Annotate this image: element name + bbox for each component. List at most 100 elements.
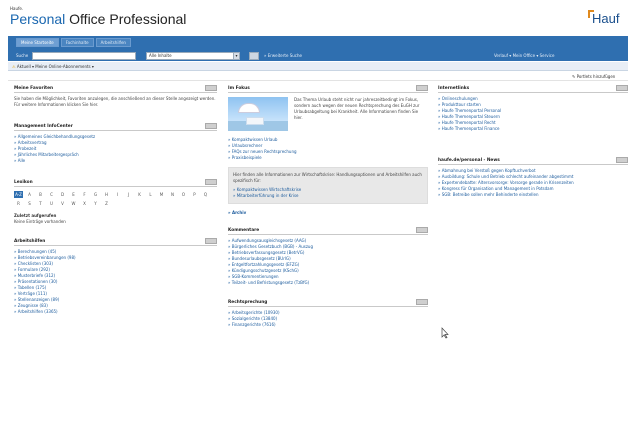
- letter-button[interactable]: J: [124, 191, 133, 198]
- search-scope-select[interactable]: Alle Inhalte: [146, 52, 236, 60]
- lexikon-header: Lexikon: [14, 178, 217, 187]
- kommentare-title: Kommentare: [228, 227, 260, 233]
- news-title: haufe.de/personal - News: [438, 157, 500, 163]
- infocenter-list: Allgemeines Gleichbehandlungsgesetz Arbe…: [14, 134, 217, 164]
- favoriten-title: Meine Favoriten: [14, 85, 54, 91]
- letter-button[interactable]: K: [135, 191, 144, 198]
- list-item[interactable]: Praxisbeispiele: [228, 155, 428, 161]
- infocenter-title: Management InfoCenter: [14, 123, 73, 129]
- letter-button[interactable]: G: [91, 191, 100, 198]
- archiv-link[interactable]: » Archiv: [228, 210, 428, 216]
- portlet-menu-button[interactable]: [205, 85, 217, 91]
- letter-button[interactable]: L: [146, 191, 155, 198]
- chair-shape: [246, 117, 264, 125]
- wirtschaftskrise-box: Hier finden alle Informationen zur Wirts…: [228, 167, 428, 204]
- mouse-cursor-icon: [441, 327, 449, 339]
- letter-button[interactable]: N: [168, 191, 177, 198]
- portlet-menu-button[interactable]: [416, 227, 428, 233]
- portlet-menu-button[interactable]: [416, 85, 428, 91]
- letter-button[interactable]: M: [157, 191, 166, 198]
- brand-logo: Hauf: [592, 11, 620, 26]
- subscriptions-dropdown[interactable]: Meine Online-Abonnements ▾: [35, 64, 94, 69]
- left-column: Meine Favoriten Sie haben die Möglichkei…: [14, 84, 217, 315]
- breadcrumb-current[interactable]: Aktuell: [17, 64, 31, 69]
- search-label: Suche: [16, 53, 29, 58]
- list-item[interactable]: Finanzgerichte (7616): [228, 322, 428, 328]
- app-title-rest: Office Professional: [65, 11, 187, 27]
- lexikon-recent-value: Keine Einträge vorhanden: [14, 219, 66, 224]
- tab-fachinhalte[interactable]: Fachinhalte: [60, 38, 94, 47]
- list-item[interactable]: Arbeitshilfen (3365): [14, 309, 217, 315]
- search-input[interactable]: [32, 52, 136, 60]
- letter-button[interactable]: W: [69, 200, 78, 207]
- letter-button[interactable]: Y: [91, 200, 100, 207]
- letter-button[interactable]: X: [80, 200, 89, 207]
- infocenter-header: Management InfoCenter: [14, 122, 217, 131]
- arbeitshilfen-title: Arbeitshilfen: [14, 238, 46, 244]
- portlet-menu-button[interactable]: [205, 238, 217, 244]
- portlet-menu-button[interactable]: [205, 179, 217, 185]
- letter-button[interactable]: H: [102, 191, 111, 198]
- right-column: Internetlinks Onlineschulungen Produktto…: [438, 84, 628, 198]
- beach-chair-image[interactable]: [228, 97, 288, 131]
- letter-button[interactable]: A: [25, 191, 34, 198]
- portlet-menu-button[interactable]: [616, 157, 628, 163]
- add-portlets-label: Portlets hinzufügen: [576, 74, 616, 79]
- kommentare-header: Kommentare: [228, 226, 428, 235]
- letter-button[interactable]: O: [179, 191, 188, 198]
- letter-button[interactable]: R: [14, 200, 23, 207]
- portlet-menu-button[interactable]: [416, 299, 428, 305]
- letter-button[interactable]: F: [80, 191, 89, 198]
- favoriten-text: Sie haben die Möglichkeit, Favoriten anz…: [14, 96, 216, 107]
- lexikon-title: Lexikon: [14, 179, 33, 185]
- letter-button[interactable]: I: [113, 191, 122, 198]
- list-item[interactable]: Teilzeit- und Befristungsgesetz (TzBfG): [228, 280, 428, 286]
- portlet-menu-button[interactable]: [616, 85, 628, 91]
- tab-meine-startseite[interactable]: Meine Startseite: [16, 38, 59, 47]
- letter-button[interactable]: B: [36, 191, 45, 198]
- letter-button[interactable]: E: [69, 191, 78, 198]
- list-item[interactable]: Haufe Themenportal Finance: [438, 126, 628, 132]
- letter-button[interactable]: Z: [102, 200, 111, 207]
- letter-button[interactable]: P: [190, 191, 199, 198]
- toolstrip: [8, 73, 628, 81]
- letter-button[interactable]: U: [47, 200, 56, 207]
- fokus-title: Im Fokus: [228, 85, 250, 91]
- main-tabs: Meine Startseite Fachinhalte Arbeitshilf…: [16, 38, 131, 48]
- list-item[interactable]: Mitarbeiterführung in der Krise: [233, 193, 423, 199]
- arbeitshilfen-list: Berechnungen (45) Betriebsvereinbarungen…: [14, 249, 217, 315]
- portlet-menu-button[interactable]: [205, 123, 217, 129]
- search-button[interactable]: [249, 52, 259, 60]
- extended-search-link[interactable]: » Erweiterte Suche: [264, 53, 302, 58]
- letter-button[interactable]: C: [47, 191, 56, 198]
- letter-button[interactable]: D: [58, 191, 67, 198]
- chevron-down-icon[interactable]: ▾: [233, 52, 240, 60]
- wirtschaftskrise-text: Hier finden alle Informationen zur Wirts…: [233, 172, 422, 183]
- parasol-shape: [238, 103, 260, 113]
- add-portlets-link[interactable]: ✎ Portlets hinzufügen: [572, 74, 615, 79]
- internetlinks-list: Onlineschulungen Produkttour starten Hau…: [438, 96, 628, 132]
- fokus-header: Im Fokus: [228, 84, 428, 93]
- lexikon-letter-index: A-Z A B C D E F G H I J K L M N O P Q R …: [14, 191, 217, 207]
- news-list: Abmahnung bei Verstoß gegen Kopftuchverb…: [438, 168, 628, 198]
- letter-button[interactable]: T: [36, 200, 45, 207]
- internetlinks-title: Internetlinks: [438, 85, 470, 91]
- archiv-label: Archiv: [231, 210, 247, 215]
- news-header: haufe.de/personal - News: [438, 156, 628, 165]
- rechtsprechung-title: Rechtsprechung: [228, 299, 268, 305]
- header-menu-links[interactable]: Verlauf ▾ Mein Office ▾ Service: [494, 53, 554, 58]
- letter-button[interactable]: A-Z: [14, 191, 23, 198]
- rechtsprechung-list: Arbeitsgerichte (10930) Sozialgerichte (…: [228, 310, 428, 328]
- list-item[interactable]: SGB: Betreibe sollen mehr Behinderte ein…: [438, 192, 628, 198]
- fokus-text: Das Thema Urlaub steht nicht nur jahresz…: [294, 97, 420, 120]
- fokus-teaser: Das Thema Urlaub steht nicht nur jahresz…: [228, 97, 428, 131]
- list-item[interactable]: Alle: [14, 158, 217, 164]
- letter-button[interactable]: V: [58, 200, 67, 207]
- tab-arbeitshilfen[interactable]: Arbeitshilfen: [95, 38, 131, 47]
- sub-bar: [8, 62, 628, 71]
- kommentare-list: Aufwendungsausgleichsgesetz (AAG) Bürger…: [228, 238, 428, 286]
- letter-button[interactable]: Q: [201, 191, 210, 198]
- wirtschaftskrise-links: Kompaktwissen Wirtschaftskrise Mitarbeit…: [233, 187, 423, 199]
- letter-button[interactable]: S: [25, 200, 34, 207]
- breadcrumb: ⚠ Aktuell ▾ Meine Online-Abonnements ▾: [12, 64, 94, 69]
